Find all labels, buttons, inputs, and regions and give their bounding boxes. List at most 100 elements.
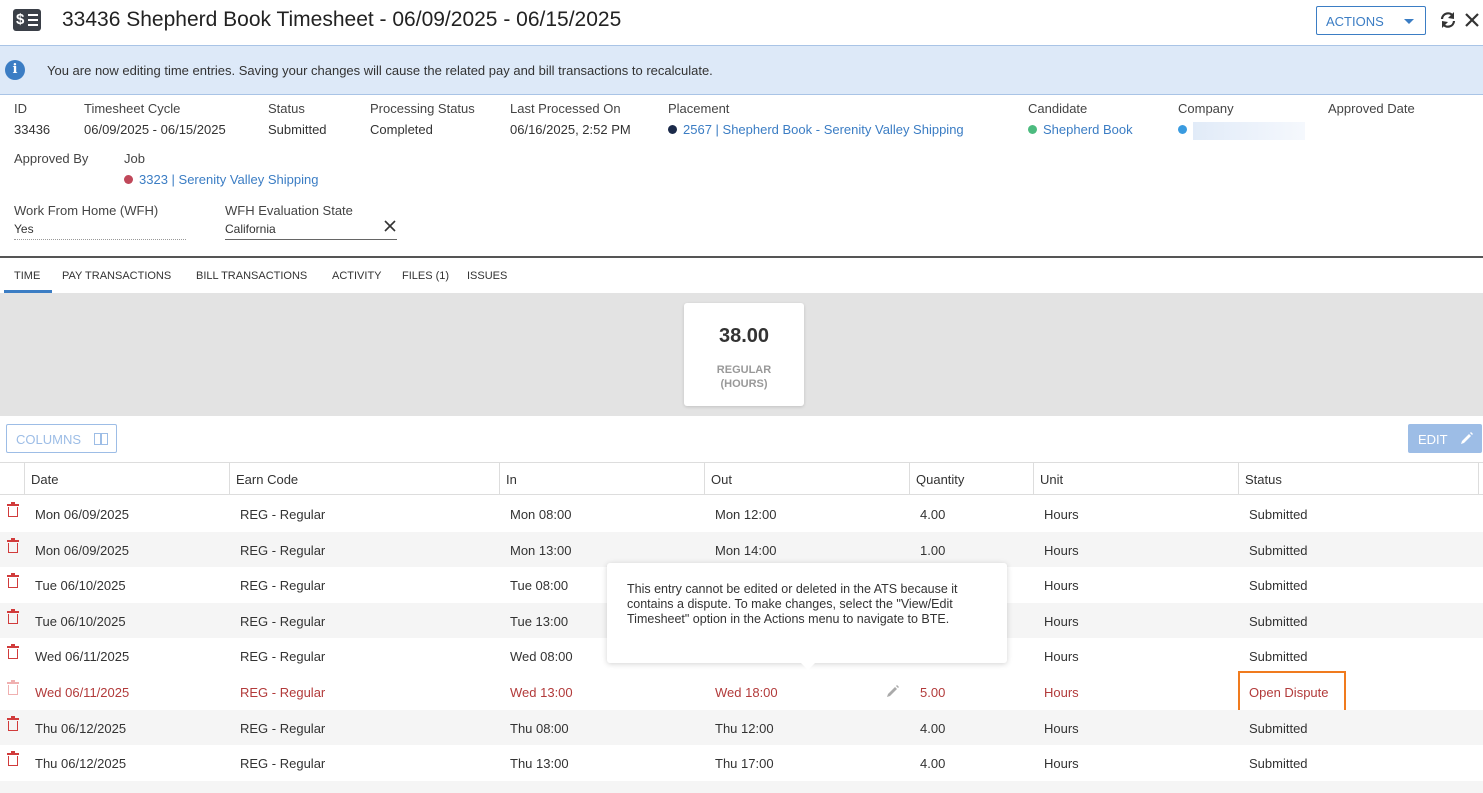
cell-status: Submitted [1249, 507, 1308, 522]
trash-icon[interactable] [7, 573, 19, 589]
regular-hours-value: 38.00 [718, 325, 770, 347]
field-label: Timesheet Cycle [84, 101, 181, 116]
title-bar: $ 33436 Shepherd Book Timesheet - 06/09/… [0, 0, 1483, 44]
company-link[interactable] [1178, 122, 1305, 140]
column-header-status[interactable]: Status [1245, 472, 1282, 487]
field-approved-by: Approved By [14, 151, 88, 166]
table-row[interactable]: Mon 06/09/2025 REG - Regular Mon 08:00 M… [0, 496, 1483, 532]
field-job: Job 3323 | Serenity Valley Shipping [124, 151, 318, 187]
summary-panel: 38.00 REGULAR (HOURS) [0, 293, 1483, 416]
cell-in: Tue 13:00 [510, 613, 569, 629]
field-status: Status Submitted [268, 101, 327, 137]
column-separator [1238, 463, 1239, 495]
edit-button[interactable]: EDIT [1408, 424, 1482, 453]
cell-unit: Hours [1044, 542, 1079, 558]
field-label: Work From Home (WFH) [14, 203, 159, 218]
cell-quantity: 5.00 [920, 685, 946, 700]
tab-pay-transactions[interactable]: PAY TRANSACTIONS [62, 270, 171, 282]
wfh-state-select[interactable]: California [225, 222, 397, 240]
column-separator [704, 463, 705, 495]
cell-in: Mon 08:00 [510, 507, 572, 522]
pencil-icon[interactable] [886, 684, 900, 698]
placement-link[interactable]: 2567 | Shepherd Book - Serenity Valley S… [668, 122, 964, 137]
column-separator [909, 463, 910, 495]
cell-unit: Hours [1044, 613, 1079, 629]
cell-unit: Hours [1044, 720, 1079, 736]
cell-in: Thu 08:00 [510, 720, 569, 736]
actions-button[interactable]: ACTIONS [1316, 6, 1426, 35]
trash-icon[interactable] [7, 715, 19, 731]
field-wfh-state: WFH Evaluation State [225, 203, 353, 218]
tooltip-arrow [800, 662, 816, 670]
table-row-dispute[interactable]: Wed 06/11/2025 REG - Regular Wed 13:00 W… [0, 671, 1483, 712]
field-value: 33436 [14, 122, 51, 137]
field-label: Candidate [1028, 101, 1088, 116]
field-approved-date: Approved Date [1328, 101, 1415, 116]
placement-link-text[interactable]: 2567 | Shepherd Book - Serenity Valley S… [683, 122, 964, 137]
cell-out: Thu 17:00 [715, 756, 774, 772]
cell-in: Mon 13:00 [510, 542, 572, 558]
tab-bill-transactions[interactable]: BILL TRANSACTIONS [196, 270, 307, 282]
column-header-earn-code[interactable]: Earn Code [236, 472, 298, 487]
columns-button[interactable]: COLUMNS [6, 424, 117, 453]
chevron-down-icon [1404, 19, 1414, 24]
actions-button-label: ACTIONS [1326, 14, 1384, 29]
job-link[interactable]: 3323 | Serenity Valley Shipping [124, 172, 318, 187]
field-label: ID [14, 101, 27, 116]
column-header-date[interactable]: Date [31, 472, 58, 487]
table-row[interactable]: Mon 06/09/2025 REG - Regular Mon 13:00 M… [0, 531, 1483, 568]
cell-date: Mon 06/09/2025 [35, 542, 129, 558]
trash-icon[interactable] [7, 537, 19, 553]
cell-unit: Hours [1044, 578, 1079, 594]
field-label: Approved By [14, 151, 89, 166]
tab-activity[interactable]: ACTIVITY [332, 270, 382, 282]
field-company: Company [1178, 101, 1305, 140]
cell-earn-code: REG - Regular [240, 685, 326, 700]
cell-in: Tue 08:00 [510, 578, 569, 594]
column-separator [499, 463, 500, 495]
cell-earn-code: REG - Regular [240, 613, 326, 629]
field-label: Job [124, 151, 145, 166]
column-header-in[interactable]: In [506, 472, 517, 487]
cell-unit: Hours [1044, 507, 1079, 522]
job-status-dot [124, 175, 133, 184]
cell-status: Submitted [1249, 542, 1308, 558]
field-value: 06/16/2025, 2:52 PM [510, 122, 631, 137]
tab-issues[interactable]: ISSUES [467, 270, 507, 282]
page-title: 33436 Shepherd Book Timesheet - 06/09/20… [62, 8, 622, 31]
cell-date: Wed 06/11/2025 [35, 649, 130, 665]
column-header-out[interactable]: Out [711, 472, 732, 487]
field-placement: Placement 2567 | Shepherd Book - Serenit… [668, 101, 964, 137]
company-status-dot [1178, 125, 1187, 135]
trash-icon[interactable] [7, 502, 19, 517]
banner-text: You are now editing time entries. Saving… [47, 63, 713, 78]
field-label: Company [1178, 101, 1234, 116]
trash-icon[interactable] [7, 751, 19, 767]
dispute-tooltip: This entry cannot be edited or deleted i… [607, 563, 1007, 670]
unit-line-1: REGULAR [716, 364, 772, 376]
wfh-select[interactable]: Yes [14, 222, 186, 240]
column-separator [24, 463, 25, 495]
refresh-icon[interactable] [1439, 10, 1457, 30]
candidate-link[interactable]: Shepherd Book [1028, 122, 1133, 137]
tab-files[interactable]: FILES (1) [402, 270, 449, 282]
cell-quantity: 1.00 [920, 542, 946, 558]
trash-icon[interactable] [7, 644, 19, 660]
column-separator [229, 463, 230, 495]
clear-icon[interactable] [382, 218, 398, 234]
candidate-link-text[interactable]: Shepherd Book [1043, 122, 1133, 137]
cell-date: Thu 06/12/2025 [35, 720, 127, 736]
table-row[interactable]: Thu 06/12/2025 REG - Regular Thu 13:00 T… [0, 745, 1483, 781]
close-icon[interactable] [1463, 10, 1481, 30]
job-link-text[interactable]: 3323 | Serenity Valley Shipping [139, 172, 318, 187]
cell-out: Wed 18:00 [715, 685, 778, 700]
column-header-quantity[interactable]: Quantity [916, 472, 964, 487]
table-row[interactable]: Thu 06/12/2025 REG - Regular Thu 08:00 T… [0, 709, 1483, 746]
tab-time[interactable]: TIME [14, 270, 40, 282]
column-header-unit[interactable]: Unit [1040, 472, 1063, 487]
column-separator [1033, 463, 1034, 495]
columns-button-label: COLUMNS [16, 432, 82, 447]
cell-quantity: 4.00 [920, 756, 946, 772]
trash-icon[interactable] [7, 608, 19, 624]
field-value: Completed [370, 122, 433, 137]
